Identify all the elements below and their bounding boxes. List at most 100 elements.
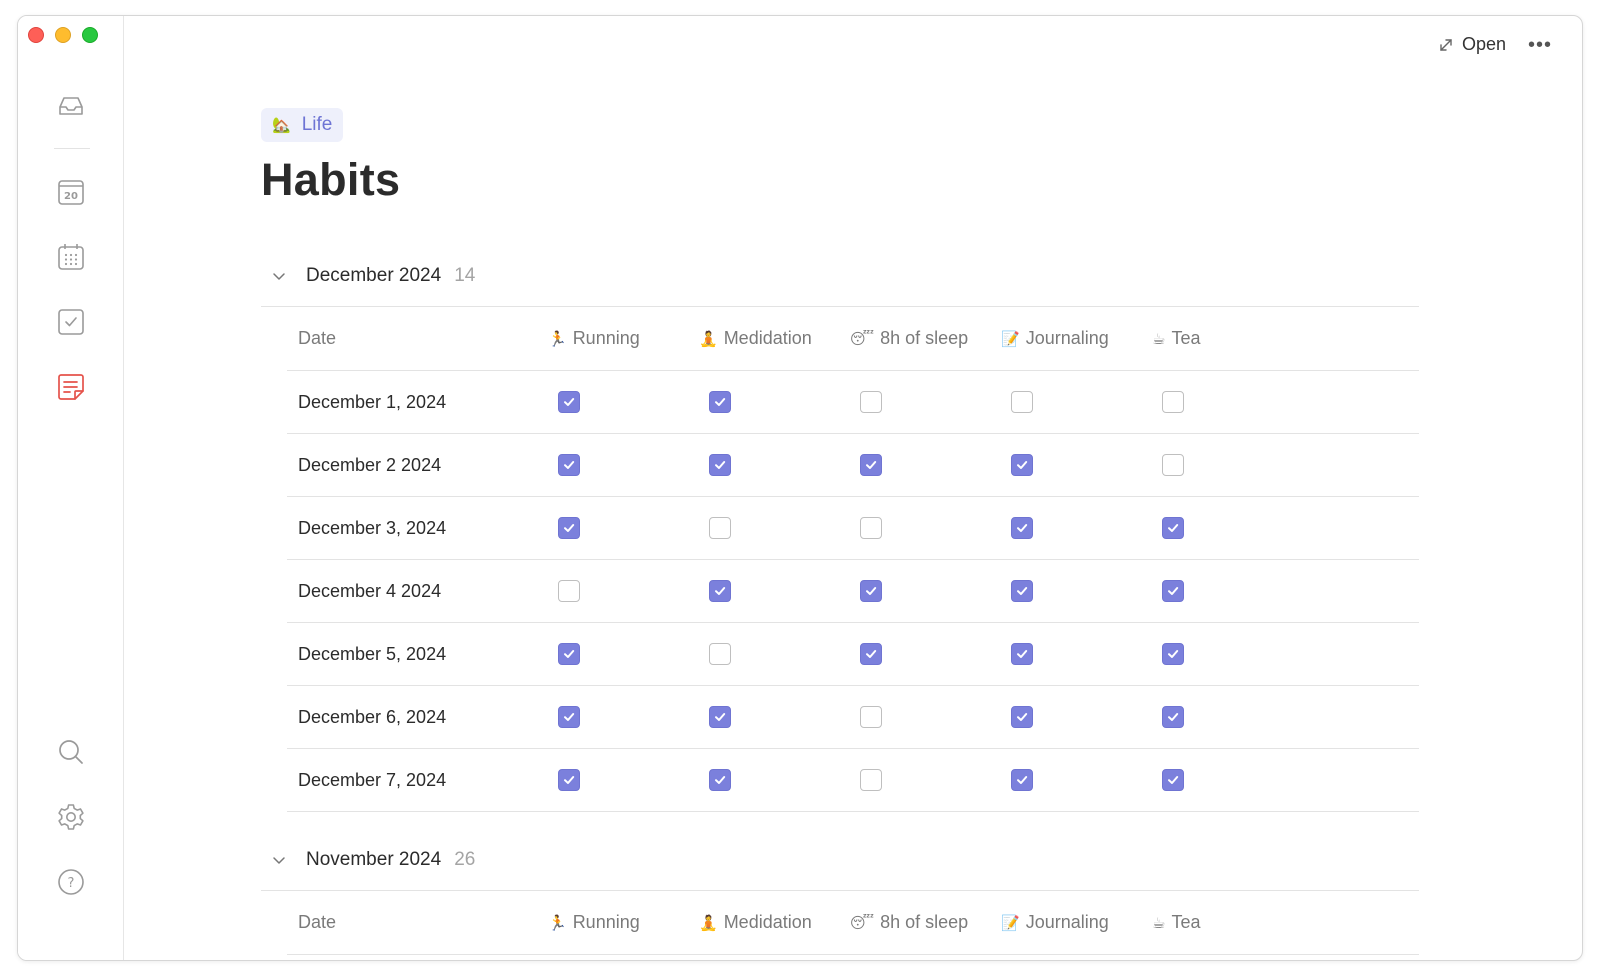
habit-checkbox[interactable]: [860, 391, 882, 413]
close-window-button[interactable]: [28, 27, 44, 43]
habit-checkbox[interactable]: [558, 454, 580, 476]
expand-icon: [1440, 38, 1452, 51]
row-date[interactable]: December 5, 2024: [287, 644, 548, 665]
habit-icon: 🏃: [548, 329, 567, 348]
column-header-habit[interactable]: ☕ Tea: [1152, 328, 1303, 349]
habit-icon: 😴: [850, 913, 875, 932]
zoom-window-button[interactable]: [82, 27, 98, 43]
habit-checkbox[interactable]: [558, 517, 580, 539]
habit-table: Date 🏃 Running 🧘 Medidation 😴 8h of sleep 📝 Jour…: [287, 891, 1419, 955]
page-title: Habits: [261, 154, 401, 205]
inbox-icon[interactable]: [55, 90, 87, 122]
habit-checkbox[interactable]: [860, 580, 882, 602]
minimize-window-button[interactable]: [55, 27, 71, 43]
open-button[interactable]: Open: [1438, 34, 1506, 55]
table-row: December 3, 2024: [287, 497, 1419, 560]
column-header-habit[interactable]: 🧘 Medidation: [699, 912, 850, 933]
habit-checkbox[interactable]: [709, 517, 731, 539]
habit-checkbox[interactable]: [558, 769, 580, 791]
chevron-down-icon[interactable]: [271, 268, 287, 284]
habit-checkbox[interactable]: [1162, 580, 1184, 602]
habit-checkbox[interactable]: [860, 517, 882, 539]
settings-gear-icon[interactable]: [55, 801, 87, 833]
search-icon[interactable]: [55, 736, 87, 768]
habit-checkbox[interactable]: [558, 643, 580, 665]
habit-checkbox[interactable]: [860, 454, 882, 476]
tasks-checkbox-icon[interactable]: [55, 306, 87, 338]
column-header-habit[interactable]: 😴 8h of sleep: [850, 912, 1001, 933]
column-header-habit[interactable]: 📝 Journaling: [1001, 912, 1152, 933]
habit-cell: [699, 391, 850, 413]
app-window: 20 ? Open ••• 🏡 Life Habits December 202…: [17, 15, 1583, 961]
habit-checkbox[interactable]: [558, 391, 580, 413]
habit-icon: 🧘: [699, 913, 718, 932]
habit-checkbox[interactable]: [1011, 391, 1033, 413]
habit-checkbox[interactable]: [1011, 517, 1033, 539]
group-header[interactable]: November 2024 26: [261, 829, 1419, 891]
habit-checkbox[interactable]: [860, 769, 882, 791]
house-icon: 🏡: [272, 116, 291, 134]
habit-checkbox[interactable]: [1162, 769, 1184, 791]
habit-checkbox[interactable]: [860, 643, 882, 665]
parent-tag-life[interactable]: 🏡 Life: [261, 108, 344, 142]
column-header-habit[interactable]: 😴 8h of sleep: [850, 328, 1001, 349]
habit-cell: [850, 643, 1001, 665]
row-date[interactable]: December 2 2024: [287, 455, 548, 476]
column-header-habit[interactable]: ☕ Tea: [1152, 912, 1303, 933]
habit-cell: [548, 391, 699, 413]
row-date[interactable]: December 1, 2024: [287, 392, 548, 413]
habit-checkbox[interactable]: [709, 391, 731, 413]
habit-table: Date 🏃 Running 🧘 Medidation 😴 8h of sleep 📝 Jour…: [287, 307, 1419, 812]
column-header-label: 8h of sleep: [880, 912, 969, 932]
habit-checkbox[interactable]: [1011, 580, 1033, 602]
row-date[interactable]: December 4 2024: [287, 581, 548, 602]
habit-checkbox[interactable]: [558, 580, 580, 602]
help-icon[interactable]: ?: [55, 866, 87, 898]
habit-cell: [548, 517, 699, 539]
habit-cell: [850, 391, 1001, 413]
group-title: December 2024: [306, 264, 442, 286]
table-row: December 2 2024: [287, 434, 1419, 497]
habit-checkbox[interactable]: [1011, 769, 1033, 791]
calendar-grid-icon[interactable]: [55, 241, 87, 273]
habit-checkbox[interactable]: [558, 706, 580, 728]
more-options-icon[interactable]: •••: [1528, 35, 1552, 55]
habit-checkbox[interactable]: [709, 769, 731, 791]
row-date[interactable]: December 6, 2024: [287, 707, 548, 728]
column-header-habit[interactable]: 🏃 Running: [548, 912, 699, 933]
habit-checkbox[interactable]: [709, 706, 731, 728]
habit-checkbox[interactable]: [1162, 517, 1184, 539]
today-calendar-icon[interactable]: 20: [55, 176, 87, 208]
column-header-date: Date: [298, 912, 337, 932]
column-header-label: Medidation: [723, 912, 812, 932]
row-date[interactable]: December 3, 2024: [287, 518, 548, 539]
column-header-habit[interactable]: 🧘 Medidation: [699, 328, 850, 349]
table-row: December 6, 2024: [287, 686, 1419, 749]
habit-cell: [548, 643, 699, 665]
habit-icon: 🧘: [699, 329, 718, 348]
row-date[interactable]: December 7, 2024: [287, 770, 548, 791]
habit-checkbox[interactable]: [1162, 454, 1184, 476]
habit-checkbox[interactable]: [709, 580, 731, 602]
column-header-habit[interactable]: 🏃 Running: [548, 328, 699, 349]
habit-cell: [1001, 580, 1152, 602]
habit-checkbox[interactable]: [709, 643, 731, 665]
habit-checkbox[interactable]: [1011, 454, 1033, 476]
notes-icon[interactable]: [55, 371, 87, 403]
habit-checkbox[interactable]: [1162, 391, 1184, 413]
habit-checkbox[interactable]: [1011, 706, 1033, 728]
habit-checkbox[interactable]: [709, 454, 731, 476]
chevron-down-icon[interactable]: [271, 852, 287, 868]
habit-cell: [1152, 643, 1303, 665]
habit-icon: 📝: [1001, 329, 1020, 348]
table-row: December 5, 2024: [287, 623, 1419, 686]
habit-checkbox[interactable]: [860, 706, 882, 728]
habit-checkbox[interactable]: [1162, 643, 1184, 665]
habit-checkbox[interactable]: [1162, 706, 1184, 728]
group-header[interactable]: December 2024 14: [261, 245, 1419, 307]
habit-checkbox[interactable]: [1011, 643, 1033, 665]
habit-icon: ☕: [1152, 913, 1166, 932]
habit-cell: [548, 706, 699, 728]
column-header-habit[interactable]: 📝 Journaling: [1001, 328, 1152, 349]
group-1: November 2024 26 Date 🏃 Running 🧘 Medidation 😴 8…: [261, 829, 1419, 955]
